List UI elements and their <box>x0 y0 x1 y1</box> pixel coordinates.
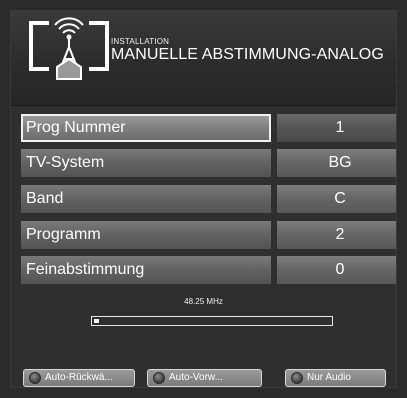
blue-button-icon <box>291 372 303 384</box>
row-label: TV-System <box>21 149 271 177</box>
row-label: Programm <box>21 221 271 249</box>
page-title: MANUELLE ABSTIMMUNG-ANALOG <box>111 46 384 63</box>
osd-screen: INSTALLATION MANUELLE ABSTIMMUNG-ANALOG … <box>10 10 397 388</box>
tuning-progress-fill <box>94 319 99 323</box>
row-band[interactable]: Band C <box>21 185 396 213</box>
tuning-progress-bar <box>91 316 333 326</box>
row-label: Prog Nummer <box>21 114 271 142</box>
row-tv-system[interactable]: TV-System BG <box>21 149 396 177</box>
auto-vorwaerts-button[interactable]: Auto-Vorw... <box>147 369 262 387</box>
row-label: Band <box>21 185 271 213</box>
row-programm[interactable]: Programm 2 <box>21 221 396 249</box>
nur-audio-button[interactable]: Nur Audio <box>285 369 386 387</box>
button-label: Auto-Vorw... <box>169 372 223 383</box>
row-value[interactable]: C <box>277 185 396 213</box>
auto-rueckwaerts-button[interactable]: Auto-Rückwä... <box>23 369 135 387</box>
row-value[interactable]: BG <box>277 149 396 177</box>
row-value[interactable]: 0 <box>277 256 396 284</box>
green-button-icon <box>153 372 165 384</box>
red-button-icon <box>29 372 41 384</box>
header: INSTALLATION MANUELLE ABSTIMMUNG-ANALOG <box>11 11 396 106</box>
button-label: Auto-Rückwä... <box>45 372 113 383</box>
row-value[interactable]: 1 <box>277 114 396 142</box>
row-prog-nummer[interactable]: Prog Nummer 1 <box>21 114 396 142</box>
button-label: Nur Audio <box>307 372 351 383</box>
header-category: INSTALLATION <box>111 37 170 46</box>
row-value[interactable]: 2 <box>277 221 396 249</box>
row-label: Feinabstimmung <box>21 256 271 284</box>
antenna-installation-icon <box>29 17 109 80</box>
frequency-readout: 48.25 MHz <box>184 297 223 306</box>
row-feinabstimmung[interactable]: Feinabstimmung 0 <box>21 256 396 284</box>
